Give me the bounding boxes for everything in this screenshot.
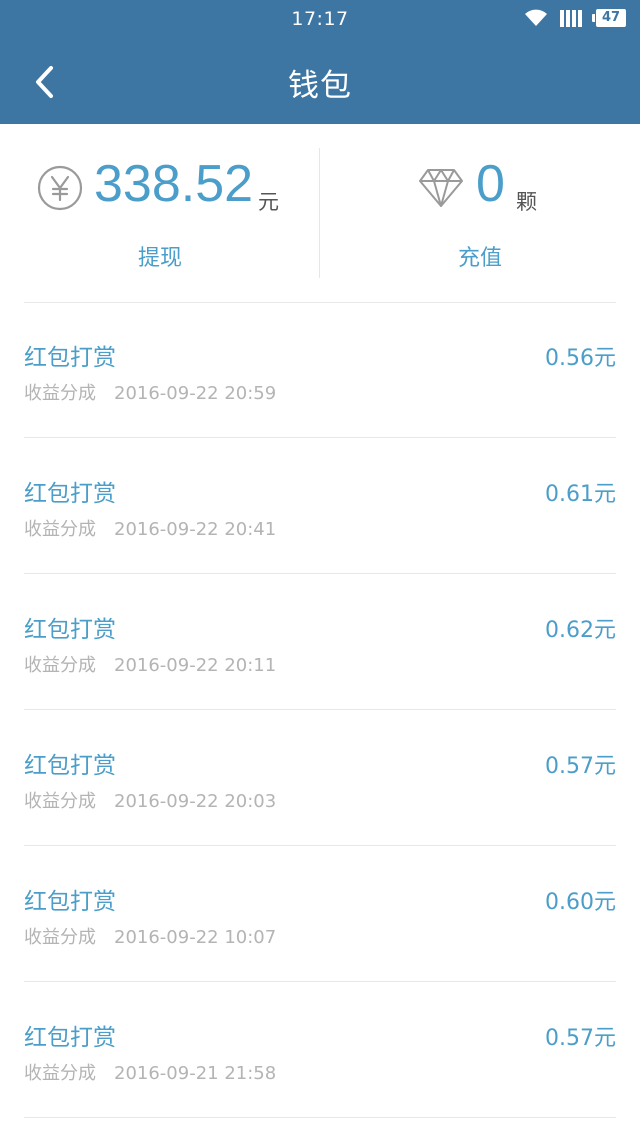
transaction-row[interactable]: 红包打赏 收益分成 2016-09-22 20:11 0.62元 [0, 574, 640, 710]
recharge-button[interactable]: 充值 [320, 240, 640, 272]
row-divider [24, 1117, 616, 1118]
wallet-summary: 338.52 元 提现 0 颗 充值 [0, 124, 640, 302]
transaction-category: 收益分成 [24, 927, 96, 948]
transaction-title: 红包打赏 [24, 345, 116, 371]
battery-icon: 47 [592, 9, 626, 27]
transaction-row[interactable]: 红包打赏 收益分成 2016-09-22 20:41 0.61元 [0, 438, 640, 574]
transaction-time: 2016-09-22 20:03 [114, 791, 277, 812]
transaction-time: 2016-09-21 21:58 [114, 1063, 277, 1084]
wifi-icon [525, 9, 547, 26]
status-bar: 17:17 47 [0, 0, 640, 40]
status-icons: 47 [524, 9, 626, 27]
diamond-icon [419, 169, 463, 207]
balance-amount: 338.52 [94, 155, 254, 213]
transaction-title: 红包打赏 [24, 481, 116, 507]
transaction-time: 2016-09-22 20:11 [114, 655, 277, 676]
transaction-category: 收益分成 [24, 655, 96, 676]
withdraw-button[interactable]: 提现 [0, 240, 320, 272]
diamond-unit: 颗 [516, 190, 537, 214]
transaction-category: 收益分成 [24, 791, 96, 812]
signal-icon [560, 10, 582, 27]
page-title: 钱包 [288, 68, 352, 104]
yen-circle-icon [37, 165, 83, 211]
transaction-title: 红包打赏 [24, 753, 116, 779]
transaction-row[interactable]: 红包打赏 收益分成 2016-09-22 20:59 0.56元 [0, 302, 640, 438]
transaction-amount: 0.61元 [545, 482, 616, 507]
transaction-time: 2016-09-22 20:41 [114, 519, 277, 540]
transaction-amount: 0.57元 [545, 1026, 616, 1051]
transaction-meta: 收益分成 2016-09-22 10:07 [24, 923, 276, 949]
transaction-title: 红包打赏 [24, 889, 116, 915]
transaction-row[interactable]: 红包打赏 收益分成 2016-09-21 21:58 0.57元 [0, 982, 640, 1118]
balance-unit: 元 [258, 190, 279, 214]
transaction-category: 收益分成 [24, 1063, 96, 1084]
transaction-title: 红包打赏 [24, 1025, 116, 1051]
transaction-row[interactable]: 红包打赏 收益分成 2016-09-22 20:03 0.57元 [0, 710, 640, 846]
transaction-time: 2016-09-22 20:59 [114, 383, 277, 404]
transaction-category: 收益分成 [24, 519, 96, 540]
app-bar: 17:17 47 钱包 [0, 0, 640, 124]
transaction-category: 收益分成 [24, 383, 96, 404]
transaction-amount: 0.62元 [545, 618, 616, 643]
transaction-time: 2016-09-22 10:07 [114, 927, 277, 948]
transaction-title: 红包打赏 [24, 617, 116, 643]
transaction-amount: 0.60元 [545, 890, 616, 915]
transaction-meta: 收益分成 2016-09-22 20:41 [24, 515, 276, 541]
transaction-amount: 0.56元 [545, 346, 616, 371]
transaction-meta: 收益分成 2016-09-22 20:59 [24, 379, 276, 405]
diamond-panel: 0 颗 充值 [320, 124, 640, 302]
transaction-meta: 收益分成 2016-09-21 21:58 [24, 1059, 276, 1085]
balance-panel: 338.52 元 提现 [0, 124, 320, 302]
transaction-row[interactable]: 红包打赏 收益分成 2016-09-22 10:07 0.60元 [0, 846, 640, 982]
transaction-meta: 收益分成 2016-09-22 20:11 [24, 651, 276, 677]
diamond-amount: 0 [476, 155, 505, 213]
transaction-meta: 收益分成 2016-09-22 20:03 [24, 787, 276, 813]
transaction-amount: 0.57元 [545, 754, 616, 779]
